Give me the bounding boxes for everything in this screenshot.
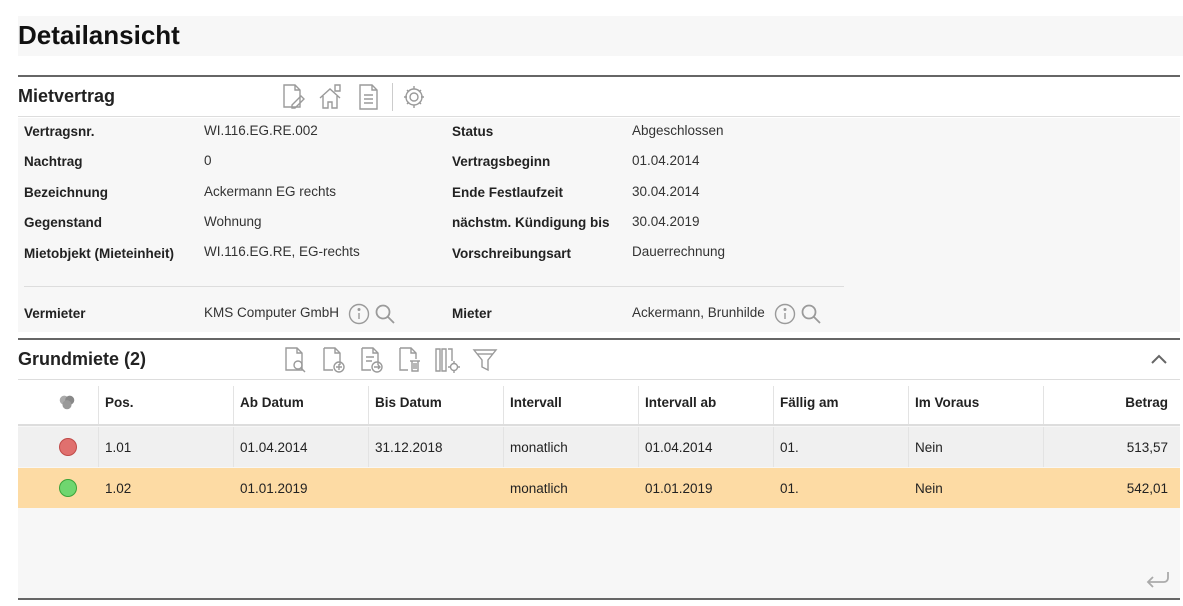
detail-divider [24,286,844,287]
detail-label: Mietobjekt (Mieteinheit) [24,246,175,261]
detail-value: Dauerrechnung [632,244,726,259]
column-settings-icon[interactable] [434,346,460,374]
contract-details: Vertragsnr. WI.116.EG.RE.002 Nachtrag 0 … [18,118,1180,332]
detail-label: Gegenstand [24,215,103,230]
contract-toolbar [280,83,439,111]
filter-icon[interactable] [472,346,498,374]
collapse-chevron-icon[interactable] [1148,348,1170,370]
status-column-icon[interactable] [50,380,80,424]
cell-bis-datum: 31.12.2018 [375,439,443,455]
detail-label: Ende Festlaufzeit [452,185,564,200]
tenant-info-icon[interactable] [774,303,796,325]
table-row-selected[interactable]: 1.02 01.01.2019 monatlich 01.01.2019 01.… [18,468,1180,508]
export-document-icon[interactable] [358,346,384,374]
detail-label: Nachtrag [24,154,83,169]
rent-table: Pos. Ab Datum Bis Datum Intervall Interv… [18,380,1180,600]
detail-value: WI.116.EG.RE, EG-rechts [204,244,360,259]
detail-value: Wohnung [204,214,262,229]
column-header-intervall[interactable]: Intervall [503,380,638,424]
cell-betrag: 513,57 [1126,439,1168,455]
table-header-row: Pos. Ab Datum Bis Datum Intervall Interv… [18,380,1180,426]
cell-faellig-am: 01. [780,480,799,496]
cell-faellig-am: 01. [780,439,799,455]
table-row[interactable]: 1.01 01.04.2014 31.12.2018 monatlich 01.… [18,427,1180,467]
detail-value: WI.116.EG.RE.002 [204,123,318,138]
column-header-ab-datum[interactable]: Ab Datum [233,380,368,424]
detail-value: Abgeschlossen [632,123,724,138]
tenant-value: Ackermann, Brunhilde [632,305,765,320]
column-header-bis-datum[interactable]: Bis Datum [368,380,503,424]
cell-intervall: monatlich [510,439,568,455]
status-red-icon [59,438,77,456]
column-header-pos[interactable]: Pos. [98,380,233,424]
landlord-info-icon[interactable] [348,303,370,325]
detail-label: Status [452,124,494,139]
edit-document-icon[interactable] [280,83,306,111]
contract-section-header: Mietvertrag [18,75,1180,117]
detail-value: 30.04.2014 [632,184,700,199]
cell-intervall-ab: 01.04.2014 [645,439,713,455]
cell-im-voraus: Nein [915,480,943,496]
delete-document-icon[interactable] [396,346,422,374]
cell-intervall-ab: 01.01.2019 [645,480,713,496]
rent-section-title: Grundmiete (2) [18,349,147,369]
search-document-icon[interactable] [282,346,308,374]
rent-section-header: Grundmiete (2) [18,338,1180,380]
add-document-icon[interactable] [320,346,346,374]
detail-value: 01.04.2014 [632,153,700,168]
cell-bis-datum [368,468,503,508]
detail-value: 30.04.2019 [632,214,700,229]
detail-label: Vorschreibungsart [452,246,572,261]
cell-im-voraus: Nein [915,439,943,455]
settings-icon[interactable] [401,83,427,111]
detail-label: Bezeichnung [24,185,109,200]
landlord-label: Vermieter [24,306,86,321]
return-arrow-icon[interactable] [1144,568,1172,590]
toolbar-separator [392,83,393,111]
rent-toolbar [282,346,510,374]
cell-ab-datum: 01.04.2014 [240,439,308,455]
contract-section-title: Mietvertrag [18,86,116,106]
tenant-search-icon[interactable] [800,303,822,325]
tenant-label: Mieter [452,306,492,321]
column-header-im-voraus[interactable]: Im Voraus [908,380,1043,424]
cell-intervall: monatlich [510,480,568,496]
landlord-value: KMS Computer GmbH [204,305,340,320]
column-header-faellig-am[interactable]: Fällig am [773,380,908,424]
column-header-betrag[interactable]: Betrag [1043,380,1178,424]
cell-pos: 1.02 [105,480,132,496]
detail-label: Vertragsbeginn [452,154,551,169]
detail-label: Vertragsnr. [24,124,95,139]
column-header-intervall-ab[interactable]: Intervall ab [638,380,773,424]
detail-value: Ackermann EG rechts [204,184,337,199]
cell-pos: 1.01 [105,439,132,455]
status-green-icon [59,479,77,497]
cell-betrag: 542,01 [1126,480,1168,496]
detail-value: 0 [204,153,212,168]
page-title: Detailansicht [18,16,1183,56]
house-document-icon[interactable] [318,83,344,111]
cell-ab-datum: 01.01.2019 [240,480,308,496]
landlord-search-icon[interactable] [374,303,396,325]
document-icon[interactable] [356,83,382,111]
detail-label: nächstm. Kündigung bis [452,215,610,230]
